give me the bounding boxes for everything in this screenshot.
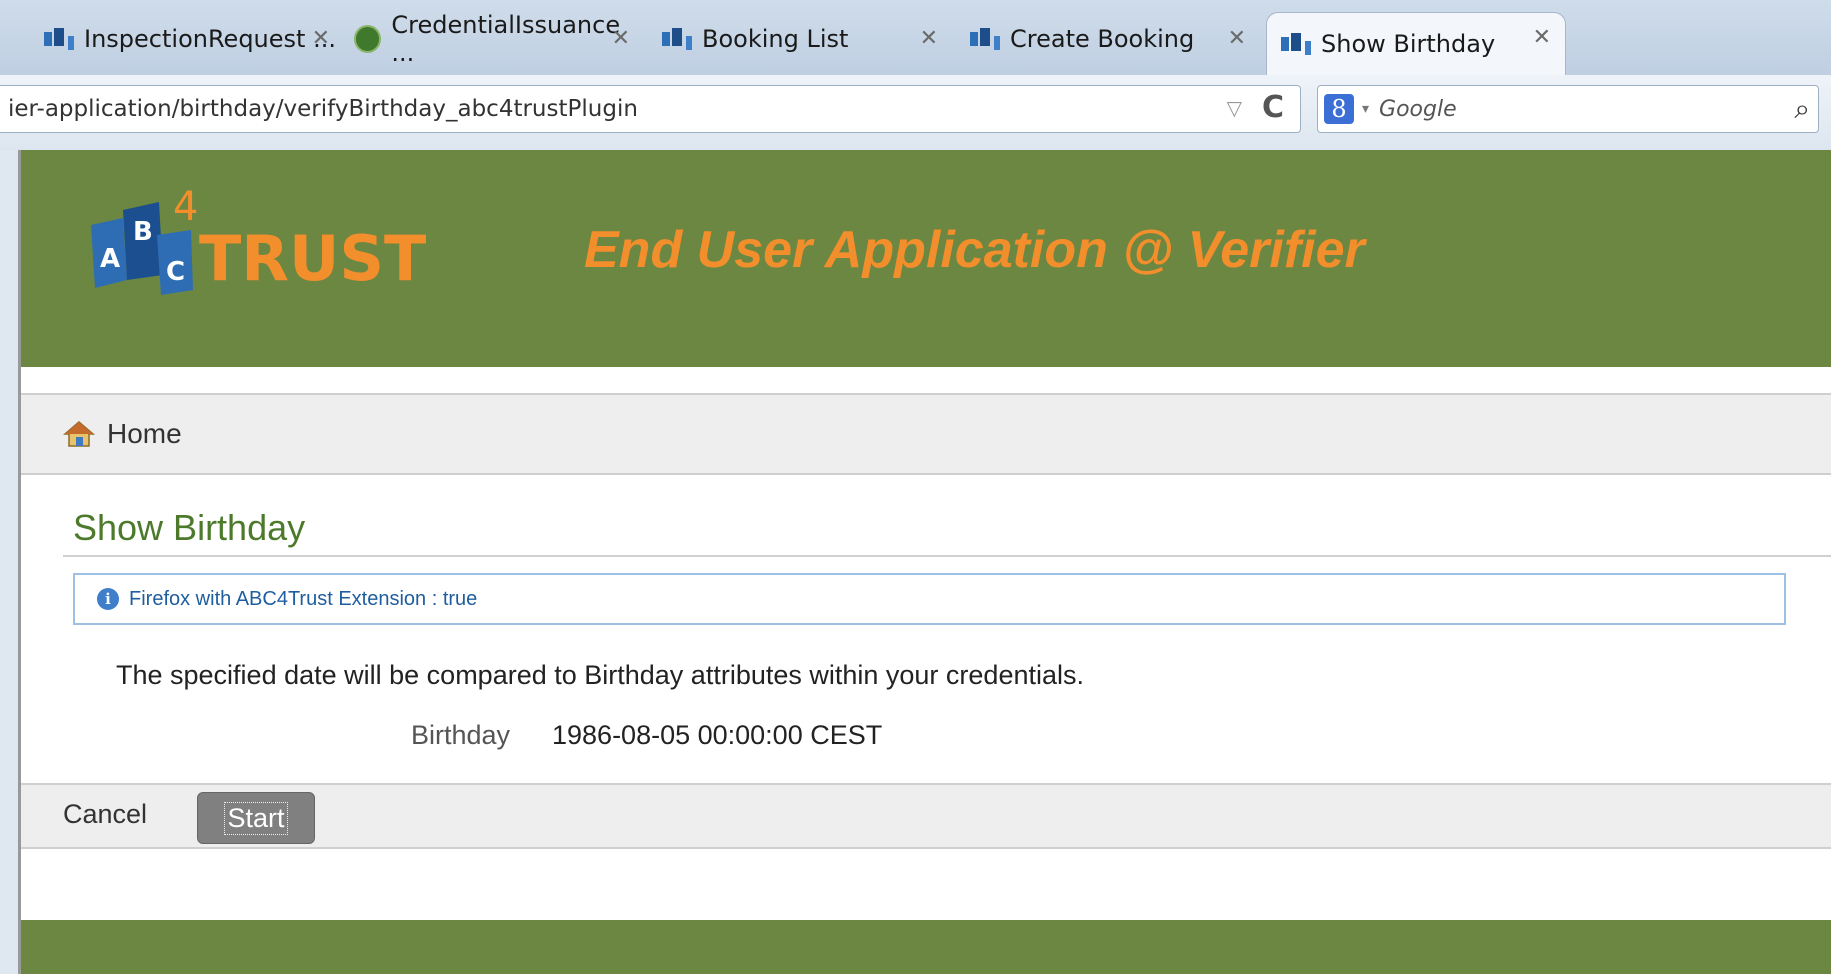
info-message: i Firefox with ABC4Trust Extension : tru… <box>73 573 1786 625</box>
web-page: A B C 4 TRUST End User Application @ Ver… <box>18 150 1831 974</box>
reload-icon[interactable]: C <box>1262 90 1284 125</box>
url-dropdown-icon[interactable]: ▽ <box>1227 96 1242 120</box>
action-bar: Cancel Start <box>21 783 1831 849</box>
app-icon <box>44 28 74 50</box>
breadcrumb-bar: Home <box>21 393 1831 475</box>
search-engine-icon[interactable]: 8 <box>1324 94 1354 124</box>
site-footer <box>21 920 1831 974</box>
tab-label: CredentialIssuance ... <box>391 11 621 67</box>
birthday-label: Birthday <box>411 720 511 750</box>
browser-tab-strip: InspectionRequest ... ✕ CredentialIssuan… <box>0 0 1831 75</box>
search-input[interactable]: Google <box>1379 97 1457 122</box>
app-icon <box>662 28 692 50</box>
browser-toolbar: ier-application/birthday/verifyBirthday_… <box>0 75 1831 150</box>
tab-label: Show Birthday <box>1321 30 1496 58</box>
close-icon[interactable]: ✕ <box>1533 25 1551 50</box>
cancel-link[interactable]: Cancel <box>63 799 147 830</box>
start-button-label: Start <box>224 801 288 835</box>
green-app-icon <box>354 25 382 53</box>
info-icon: i <box>97 588 119 610</box>
url-text[interactable]: ier-application/birthday/verifyBirthday_… <box>0 96 638 122</box>
close-icon[interactable]: ✕ <box>1228 26 1246 51</box>
tab-label: Create Booking <box>1010 25 1195 53</box>
app-title: End User Application @ Verifier <box>584 221 1365 279</box>
search-bar[interactable]: 8 ▾ Google ⌕ <box>1317 85 1819 133</box>
svg-text:B: B <box>133 217 153 247</box>
tab-credential-issuance[interactable]: CredentialIssuance ... ✕ <box>354 11 644 67</box>
svg-text:4: 4 <box>173 184 198 230</box>
svg-text:C: C <box>166 257 185 287</box>
tab-booking-list[interactable]: Booking List ✕ <box>662 14 952 64</box>
tab-create-booking[interactable]: Create Booking ✕ <box>970 14 1260 64</box>
home-link[interactable]: Home <box>107 418 182 450</box>
tab-label: InspectionRequest ... <box>84 25 336 53</box>
birthday-value: 1986-08-05 00:00:00 CEST <box>552 720 883 750</box>
close-icon[interactable]: ✕ <box>612 26 630 51</box>
app-icon <box>1281 33 1311 55</box>
site-header: A B C 4 TRUST End User Application @ Ver… <box>21 150 1831 367</box>
svg-text:TRUST: TRUST <box>199 222 426 295</box>
svg-text:A: A <box>100 244 120 274</box>
home-icon[interactable] <box>63 420 95 448</box>
tab-inspection-request[interactable]: InspectionRequest ... ✕ <box>44 14 344 64</box>
close-icon[interactable]: ✕ <box>920 26 938 51</box>
title-divider <box>63 555 1831 557</box>
search-engine-dropdown-icon[interactable]: ▾ <box>1362 101 1369 117</box>
info-text: Firefox with ABC4Trust Extension : true <box>129 587 478 610</box>
abc4trust-logo: A B C 4 TRUST <box>91 184 426 295</box>
page-title: Show Birthday <box>73 507 306 548</box>
search-icon[interactable]: ⌕ <box>1794 92 1810 126</box>
description-text: The specified date will be compared to B… <box>116 660 1084 690</box>
close-icon[interactable]: ✕ <box>312 26 330 51</box>
tab-show-birthday[interactable]: Show Birthday ✕ <box>1266 12 1566 75</box>
url-bar[interactable]: ier-application/birthday/verifyBirthday_… <box>0 85 1301 133</box>
app-icon <box>970 28 1000 50</box>
start-button[interactable]: Start <box>197 792 315 844</box>
tab-label: Booking List <box>702 25 849 53</box>
